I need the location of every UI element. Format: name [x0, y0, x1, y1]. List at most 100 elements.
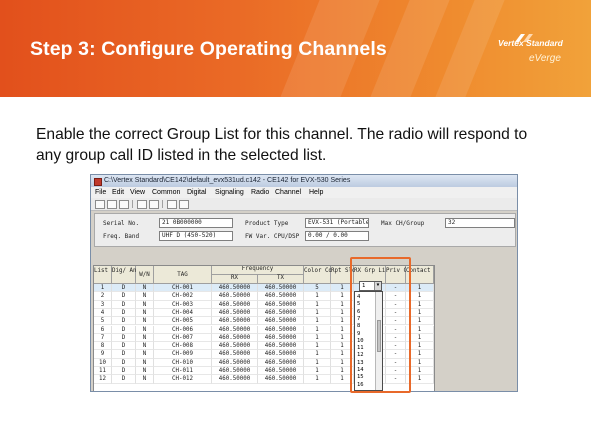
cell-da[interactable]: D	[112, 284, 136, 293]
cell-da[interactable]: D	[112, 342, 136, 351]
cell-no[interactable]: 8	[94, 342, 112, 351]
menu-radio[interactable]: Radio	[251, 187, 269, 198]
cell-wn[interactable]: N	[136, 358, 154, 367]
menu-common[interactable]: Common	[152, 187, 180, 198]
cell-da[interactable]: D	[112, 358, 136, 367]
cell-wn[interactable]: N	[136, 367, 154, 376]
cell-da[interactable]: D	[112, 367, 136, 376]
cell-rx[interactable]: 460.50000	[212, 325, 258, 334]
cell-cc[interactable]: 1	[304, 300, 331, 309]
cell-rx[interactable]: 460.50000	[212, 342, 258, 351]
new-file-icon[interactable]	[95, 200, 105, 209]
cell-no[interactable]: 4	[94, 308, 112, 318]
cell-cc[interactable]: 1	[304, 367, 331, 376]
cell-wn[interactable]: N	[136, 375, 154, 384]
cell-tx[interactable]: 460.50000	[258, 325, 304, 334]
col-header-rx[interactable]: RX	[212, 275, 258, 284]
cell-tx[interactable]: 460.50000	[258, 358, 304, 367]
cell-wn[interactable]: N	[136, 300, 154, 309]
cell-da[interactable]: D	[112, 325, 136, 334]
cell-rx[interactable]: 460.50000	[212, 317, 258, 326]
cell-tx[interactable]: 460.50000	[258, 308, 304, 318]
cell-cc[interactable]: 1	[304, 317, 331, 326]
cell-rx[interactable]: 460.50000	[212, 350, 258, 359]
cell-tx[interactable]: 460.50000	[258, 292, 304, 301]
menu-digital[interactable]: Digital	[187, 187, 206, 198]
cell-wn[interactable]: N	[136, 292, 154, 301]
print-icon[interactable]	[167, 200, 177, 209]
col-header-tag[interactable]: TAG	[154, 266, 212, 284]
col-header-color-code[interactable]: Color Code	[304, 266, 339, 284]
cell-tx[interactable]: 460.50000	[258, 333, 304, 343]
cell-cc[interactable]: 1	[304, 325, 331, 334]
cell-tag[interactable]: CH-012	[154, 375, 212, 384]
open-folder-icon[interactable]	[107, 200, 117, 209]
cell-rx[interactable]: 460.50000	[212, 284, 258, 293]
cell-cc[interactable]: 1	[304, 292, 331, 301]
cell-cc[interactable]: 5	[304, 284, 331, 293]
save-icon[interactable]	[119, 200, 129, 209]
cell-tag[interactable]: CH-010	[154, 358, 212, 367]
cell-wn[interactable]: N	[136, 284, 154, 293]
cell-cc[interactable]: 1	[304, 333, 331, 343]
menu-view[interactable]: View	[130, 187, 145, 198]
read-radio-icon[interactable]	[137, 200, 147, 209]
menu-channel[interactable]: Channel	[275, 187, 301, 198]
help-icon[interactable]	[179, 200, 189, 209]
cell-da[interactable]: D	[112, 300, 136, 309]
cell-tx[interactable]: 460.50000	[258, 367, 304, 376]
cell-da[interactable]: D	[112, 292, 136, 301]
cell-cc[interactable]: 1	[304, 342, 331, 351]
cell-tag[interactable]: CH-003	[154, 300, 212, 309]
cell-wn[interactable]: N	[136, 317, 154, 326]
cell-tx[interactable]: 460.50000	[258, 350, 304, 359]
cell-rx[interactable]: 460.50000	[212, 358, 258, 367]
menu-file[interactable]: File	[95, 187, 106, 198]
menu-edit[interactable]: Edit	[112, 187, 124, 198]
cell-rx[interactable]: 460.50000	[212, 333, 258, 343]
cell-no[interactable]: 10	[94, 358, 112, 367]
cell-rx[interactable]: 460.50000	[212, 308, 258, 318]
cell-tag[interactable]: CH-008	[154, 342, 212, 351]
cell-no[interactable]: 7	[94, 333, 112, 343]
cell-tx[interactable]: 460.50000	[258, 284, 304, 293]
cell-da[interactable]: D	[112, 350, 136, 359]
cell-cc[interactable]: 1	[304, 350, 331, 359]
cell-tx[interactable]: 460.50000	[258, 375, 304, 384]
cell-da[interactable]: D	[112, 375, 136, 384]
cell-wn[interactable]: N	[136, 342, 154, 351]
cell-no[interactable]: 6	[94, 325, 112, 334]
cell-rx[interactable]: 460.50000	[212, 375, 258, 384]
cell-no[interactable]: 1	[94, 284, 112, 293]
cell-no[interactable]: 2	[94, 292, 112, 301]
col-header-wn[interactable]: W/N	[136, 266, 154, 284]
cell-rx[interactable]: 460.50000	[212, 367, 258, 376]
cell-wn[interactable]: N	[136, 350, 154, 359]
cell-tag[interactable]: CH-007	[154, 333, 212, 343]
cell-no[interactable]: 5	[94, 317, 112, 326]
cell-rx[interactable]: 460.50000	[212, 292, 258, 301]
cell-no[interactable]: 12	[94, 375, 112, 384]
col-header-dig-ana[interactable]: Dig/ Ana	[112, 266, 140, 284]
cell-tag[interactable]: CH-009	[154, 350, 212, 359]
cell-tx[interactable]: 460.50000	[258, 342, 304, 351]
cell-tag[interactable]: CH-011	[154, 367, 212, 376]
write-radio-icon[interactable]	[149, 200, 159, 209]
cell-tx[interactable]: 460.50000	[258, 300, 304, 309]
cell-tag[interactable]: CH-004	[154, 308, 212, 318]
menu-help[interactable]: Help	[309, 187, 323, 198]
cell-no[interactable]: 11	[94, 367, 112, 376]
cell-tag[interactable]: CH-006	[154, 325, 212, 334]
cell-wn[interactable]: N	[136, 325, 154, 334]
cell-wn[interactable]: N	[136, 333, 154, 343]
cell-tag[interactable]: CH-005	[154, 317, 212, 326]
cell-rx[interactable]: 460.50000	[212, 300, 258, 309]
menu-signaling[interactable]: Signaling	[215, 187, 244, 198]
cell-da[interactable]: D	[112, 333, 136, 343]
cell-tx[interactable]: 460.50000	[258, 317, 304, 326]
cell-da[interactable]: D	[112, 308, 136, 318]
cell-wn[interactable]: N	[136, 308, 154, 318]
col-header-frequency[interactable]: Frequency	[212, 266, 304, 275]
cell-no[interactable]: 9	[94, 350, 112, 359]
cell-cc[interactable]: 1	[304, 358, 331, 367]
